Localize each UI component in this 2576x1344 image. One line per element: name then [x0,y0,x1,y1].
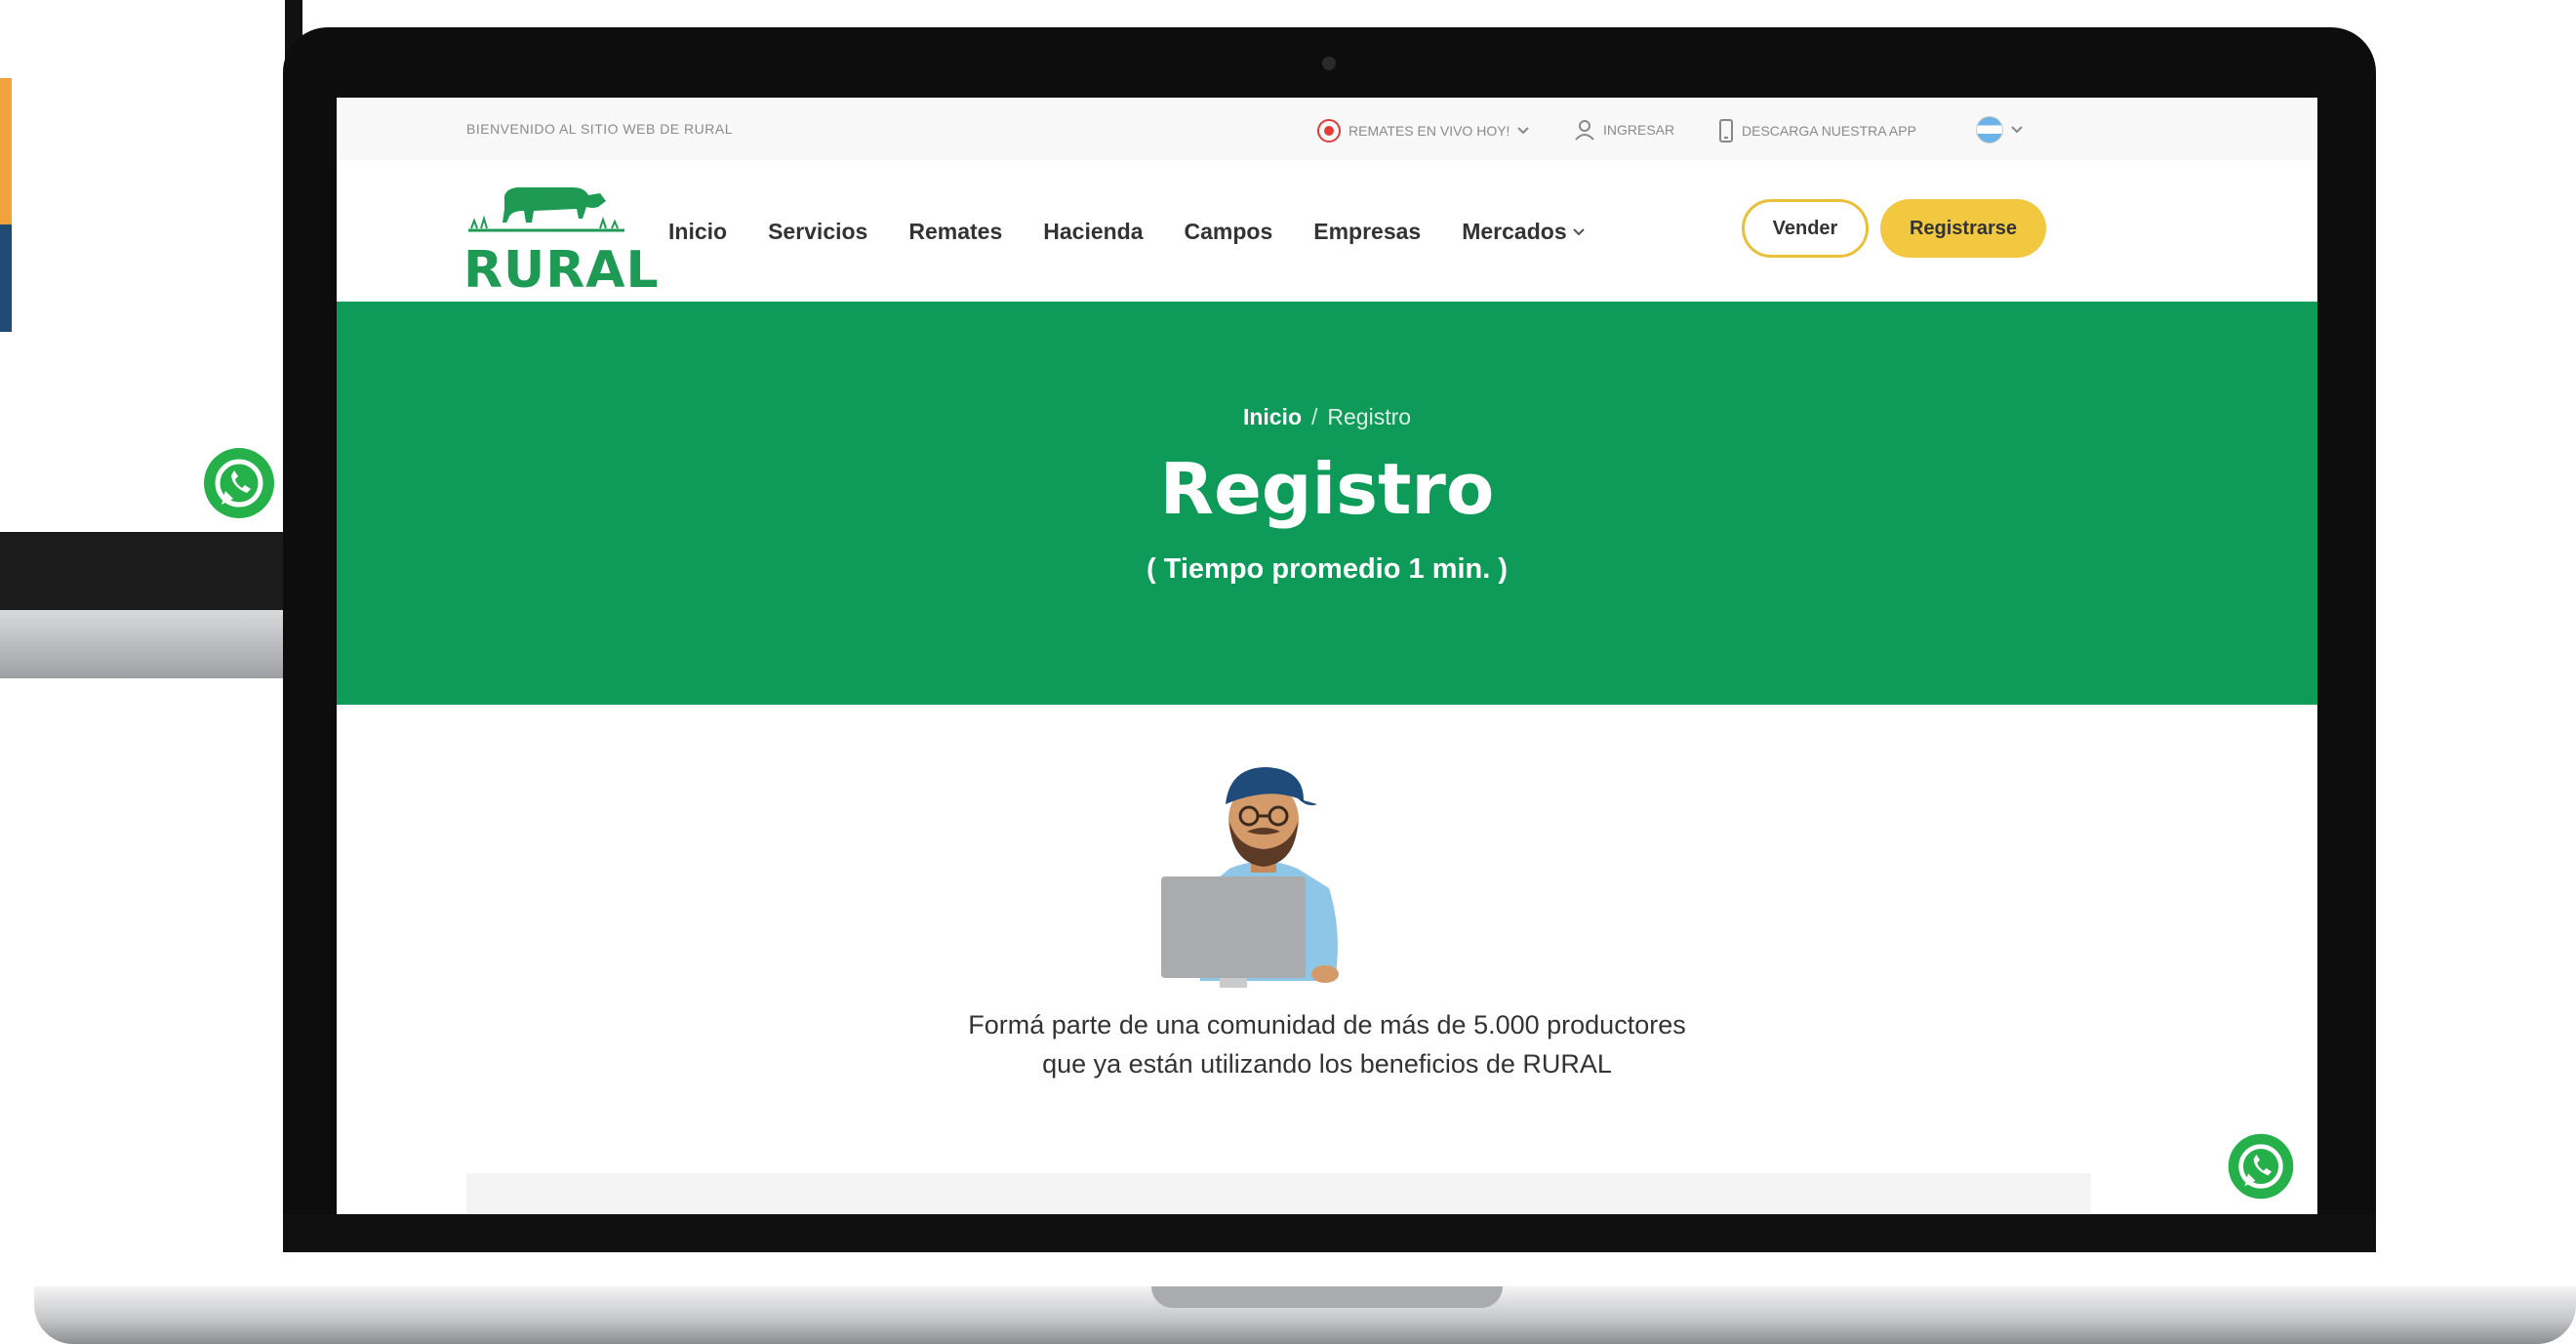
laptop-screen: BIENVENIDO AL SITIO WEB DE RURAL REMATES… [337,98,2317,1214]
logo-wordmark: RURAL [463,241,660,300]
community-line-2: que ya están utilizando los beneficios d… [1042,1049,1612,1079]
laptop-chin [283,1214,2376,1252]
nav-links: Inicio Servicios Remates Hacienda Campos… [668,219,1585,245]
language-selector[interactable] [1976,116,2023,143]
background-laptop-chin [0,532,293,610]
whatsapp-chat-button[interactable] [2225,1130,2297,1207]
live-indicator-icon [1317,119,1341,143]
nav-remates[interactable]: Remates [908,219,1002,245]
hero-banner: Inicio / Registro Registro ( Tiempo promed… [337,302,2317,705]
camera-icon [1322,57,1336,70]
main-navbar: RURAL Inicio Servicios Remates Hacienda … [337,160,2317,302]
chevron-down-icon [1517,127,1530,135]
farmer-laptop-illustration [1161,761,1366,996]
laptop-frame: BIENVENIDO AL SITIO WEB DE RURAL REMATES… [283,27,2376,1252]
breadcrumb-separator: / [1311,404,1318,429]
background-accent-orange [0,78,12,224]
background-laptop [0,0,302,703]
chevron-down-icon [2011,126,2023,134]
community-text: Formá parte de una comunidad de más de 5… [337,1005,2317,1083]
background-accent-navy [0,224,12,332]
sell-button[interactable]: Vender [1742,199,1869,258]
page-title: Registro [1159,448,1495,530]
breadcrumb: Inicio / Registro [337,404,2317,430]
chevron-down-icon [1572,227,1585,235]
nav-hacienda[interactable]: Hacienda [1043,219,1143,245]
registration-form-top [466,1173,2091,1214]
laptop-notch [1151,1286,1503,1308]
breadcrumb-home[interactable]: Inicio [1243,404,1302,429]
nav-inicio[interactable]: Inicio [668,219,727,245]
rural-logo[interactable]: RURAL [463,180,660,300]
login-link[interactable]: INGRESAR [1574,119,1674,141]
download-app-label: DESCARGA NUESTRA APP [1742,123,1916,139]
nav-servicios[interactable]: Servicios [768,219,867,245]
login-label: INGRESAR [1603,122,1675,138]
register-button[interactable]: Registrarse [1880,199,2046,258]
user-icon [1575,120,1594,141]
community-line-1: Formá parte de una comunidad de más de 5… [968,1010,1686,1039]
nav-mercados[interactable]: Mercados [1462,219,1585,245]
live-auctions-label: REMATES EN VIVO HOY! [1348,123,1510,139]
welcome-text: BIENVENIDO AL SITIO WEB DE RURAL [466,121,733,137]
whatsapp-icon [2228,1133,2294,1200]
nav-empresas[interactable]: Empresas [1313,219,1421,245]
download-app-link[interactable]: DESCARGA NUESTRA APP [1718,119,1916,143]
cow-logo-icon [468,187,624,232]
background-laptop-base [0,610,293,678]
nav-campos[interactable]: Campos [1185,219,1273,245]
nav-mercados-label: Mercados [1462,219,1567,244]
phone-icon [1719,119,1733,143]
argentina-flag-icon [1976,116,2003,143]
page-subtitle: ( Tiempo promedio 1 min. ) [1146,553,1509,585]
live-auctions-dropdown[interactable]: REMATES EN VIVO HOY! [1317,119,1530,143]
whatsapp-icon [200,444,278,527]
breadcrumb-current: Registro [1327,404,1412,429]
top-utility-bar: BIENVENIDO AL SITIO WEB DE RURAL REMATES… [337,98,2317,160]
